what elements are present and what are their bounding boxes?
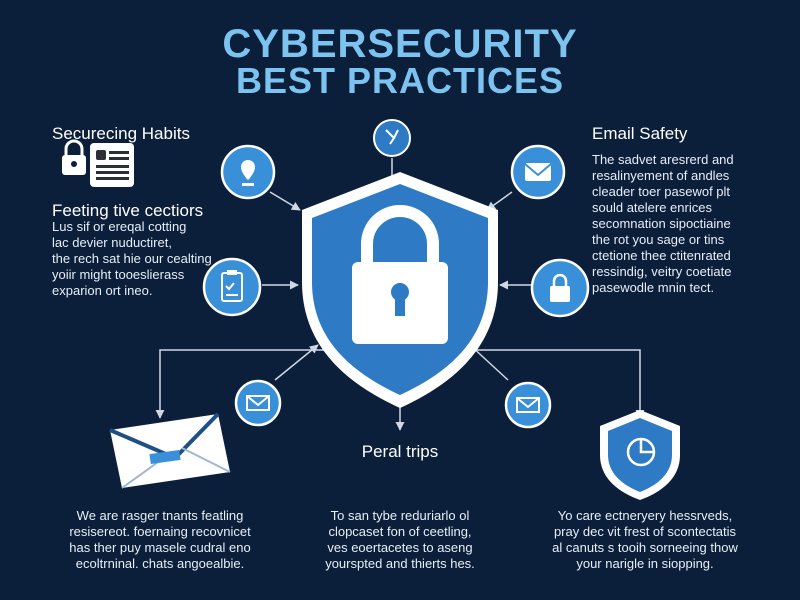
left-mid-line: yoiir might tooeslierass: [52, 267, 185, 282]
right-top-line: The sadvet aresrerd and: [592, 152, 734, 167]
right-top-line: ressindig, veitry coetiate: [592, 264, 732, 279]
right-top-line: sould atelere enrices: [592, 200, 712, 215]
left-mid-line: the rech sat hie our cealting: [52, 251, 212, 266]
bottom-mid-line: yourspted and thierts hes.: [325, 556, 475, 571]
right-top-line: the rot you sage or tins: [592, 232, 725, 247]
bottom-mid-block: To san tybe reduriarlo ol clopcaset fon …: [290, 508, 510, 572]
left-mid-line: lac devier nuductiret,: [52, 235, 172, 250]
bottom-left-line: ecoltrninal. chats angoealbie.: [75, 556, 245, 571]
checklist-icon: [202, 257, 262, 317]
bottom-mid-line: To san tybe reduriarlo ol: [330, 508, 470, 523]
left-mid-line: exparion ort ineo.: [52, 283, 153, 298]
bottom-right-line: al canuts s tooih sorneeing thow: [552, 540, 738, 555]
open-envelope-icon: [234, 379, 282, 427]
padlock-icon: [530, 258, 590, 318]
location-pin-icon: [220, 144, 276, 200]
left-top-heading: Securecing Habits: [52, 124, 190, 143]
document-icon: [90, 143, 134, 187]
bottom-mid-line: ves eoertacetes to aseng: [327, 540, 473, 555]
shield-icon: [600, 410, 680, 500]
right-top-line: resalinyement of andles: [592, 168, 730, 183]
title-line-2: BEST PRACTICES: [235, 60, 565, 101]
bottom-left-line: resisereot. foernaing recovnicet: [69, 524, 251, 539]
lock-icon: [62, 139, 86, 175]
bottom-right-line: your narigle in siopping.: [576, 556, 714, 571]
right-top-line: pasewodle mnin tect.: [592, 280, 715, 295]
bottom-right-line: pray dec vit frest of scontectatis: [553, 524, 737, 539]
email-icon: [504, 381, 552, 429]
central-shield: [302, 172, 498, 408]
left-mid-line: Lus sif or ereqal cotting: [52, 219, 187, 234]
center-label: Peral trips: [361, 442, 439, 461]
right-top-line: secomnation sipoctiaine: [592, 216, 731, 231]
left-mid-heading: Feeting tive cectiors: [52, 201, 204, 220]
mail-envelope-icon: [109, 412, 231, 489]
left-mid-block: Feeting tive cectiors Lus sif or ereqal …: [52, 201, 212, 299]
right-top-block: Email Safety The sadvet aresrerd and res…: [592, 124, 734, 296]
bottom-mid-line: clopcaset fon of ceetling,: [328, 524, 472, 539]
envelope-icon: [510, 144, 566, 200]
right-top-line: ctetione thee ctitenrated: [592, 248, 731, 263]
bottom-left-block: We are rasger tnants featling resisereot…: [40, 508, 280, 572]
bottom-right-line: Yo care ectneryery hessrveds,: [557, 508, 733, 523]
bottom-right-block: Yo care ectneryery hessrveds, pray dec v…: [520, 508, 770, 572]
bottom-left-line: has ther puy masele cudral eno: [69, 540, 251, 555]
right-top-line: cleader toer pasewof plt: [592, 184, 731, 199]
bottom-left-line: We are rasger tnants featling: [76, 508, 244, 523]
bug-icon: [373, 119, 411, 157]
right-top-heading: Email Safety: [592, 124, 688, 143]
